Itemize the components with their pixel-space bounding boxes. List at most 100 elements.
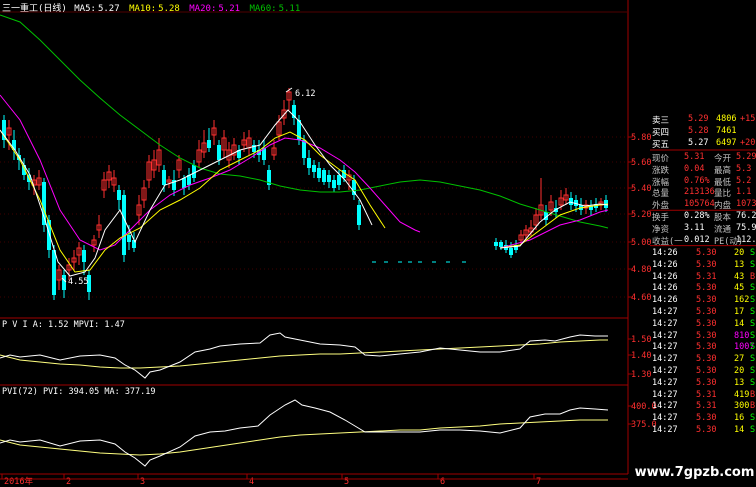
stat-label: 现价 <box>652 154 670 164</box>
tick-price: 5.30 <box>696 377 717 388</box>
tick-time: 14:26 <box>652 248 678 258</box>
pvia-axis-label: 1.50 <box>631 335 651 345</box>
tick-time: 14:26 <box>652 259 678 270</box>
candle-body <box>217 145 221 160</box>
ma60-label: MA60: <box>249 4 277 14</box>
tick-flag: B <box>750 389 756 400</box>
stat-value: 0.28% <box>684 211 710 221</box>
tick-price: 5.30 <box>696 259 717 270</box>
stat-value: 112.7 <box>736 234 756 245</box>
candle-body <box>192 165 196 178</box>
stat-value: 213136 <box>684 187 715 198</box>
candle-body <box>122 195 126 255</box>
chart-canvas[interactable]: 5.80 5.60 5.40 5.20 5.00 4.80 4.60 6.12 4.55 P V … <box>0 0 756 487</box>
tick-volume: 20 <box>734 366 745 376</box>
candle-body <box>357 205 361 225</box>
stat-label: 总量 <box>652 189 670 200</box>
tick-volume: 20 <box>734 248 745 258</box>
tick-flag: S <box>750 259 756 270</box>
stat-label: 换手 <box>652 213 670 223</box>
stat-label: 流通 <box>714 224 732 235</box>
tick-volume: 14 <box>734 425 745 435</box>
tick-flag: B <box>750 271 756 282</box>
stat-value: 5.31 <box>684 152 705 162</box>
tick-volume: 17 <box>734 307 745 317</box>
pvia-axis-label: 1.30 <box>631 370 651 380</box>
price-axis-label: 5.80 <box>631 133 651 143</box>
ma10-line <box>0 129 386 273</box>
tick-time: 14:27 <box>652 425 678 435</box>
candle-body <box>317 168 321 178</box>
ma10-label: MA10: <box>129 4 157 14</box>
candle-body <box>162 170 166 185</box>
candle-body <box>322 170 326 182</box>
tick-time: 14:27 <box>652 307 678 317</box>
stat-label: 最低 <box>714 177 732 188</box>
tick-price: 5.30 <box>696 295 717 306</box>
price-axis-label: 5.40 <box>631 184 651 194</box>
tick-volume: 27 <box>734 354 745 365</box>
pvi-line <box>0 399 609 467</box>
tick-flag: S <box>750 413 756 424</box>
stat-value: 75.9 <box>736 222 756 233</box>
candle-body <box>47 220 51 250</box>
tick-volume: 13 <box>734 259 745 270</box>
candle-body <box>312 165 316 172</box>
tick-volume: 16 <box>734 413 745 424</box>
tick-volume: 14 <box>734 318 745 329</box>
quote-volume: 7461 <box>716 126 737 136</box>
candle-body <box>307 158 311 168</box>
ma5-label: MA5: <box>74 4 96 14</box>
candle-body <box>327 175 331 182</box>
stock-title: 三一重工(日线) <box>2 4 67 14</box>
candle-body <box>569 198 573 205</box>
tick-time: 14:27 <box>652 354 678 365</box>
tick-price: 5.30 <box>696 342 717 353</box>
tick-flag: B <box>750 401 756 412</box>
candle-body <box>302 140 306 158</box>
candle-body <box>337 175 341 185</box>
tick-time: 14:27 <box>652 413 678 424</box>
tick-volume: 45 <box>734 283 745 294</box>
tick-price: 5.30 <box>696 283 717 294</box>
stat-value: 0.76% <box>684 175 710 186</box>
pvia-axis-label: 1.40 <box>631 351 651 361</box>
stat-label: 量比 <box>714 189 732 200</box>
watermark-logo: www.7gpzb.com <box>633 458 756 487</box>
quote-price: 5.28 <box>688 126 709 136</box>
ma10-value: 5.28 <box>158 4 180 14</box>
candle-body <box>52 250 56 295</box>
tick-time: 14:27 <box>652 318 678 329</box>
tick-volume: 162 <box>734 295 750 306</box>
quote-volume: 6497 <box>716 138 737 148</box>
stat-label: 涨幅 <box>652 177 670 188</box>
tick-flag: S <box>750 283 756 294</box>
tick-flag: S <box>750 330 756 341</box>
stat-value: 3.11 <box>684 222 705 233</box>
tick-time: 14:27 <box>652 342 678 353</box>
ma5-value: 5.27 <box>97 4 120 14</box>
tick-flag: S <box>750 248 756 258</box>
tick-price: 5.30 <box>696 318 717 329</box>
ma20-line <box>0 94 421 251</box>
tick-flag: S <box>750 354 756 365</box>
tick-time: 14:27 <box>652 366 678 376</box>
chart-header: 三一重工(日线) MA5: 5.27 MA10: 5.28 MA20: 5.21 MA… <box>2 1 300 14</box>
candle-body <box>117 190 121 200</box>
tick-flag: S <box>750 318 756 329</box>
pvia-indicator-label: P V I A: 1.52 MPVI: 1.47 <box>2 320 125 330</box>
tick-flag: S <box>750 377 756 388</box>
tick-flag: S <box>750 295 756 306</box>
price-axis-label: 4.60 <box>631 293 651 303</box>
price-axis-label: 5.60 <box>631 158 651 168</box>
tick-price: 5.30 <box>696 425 717 435</box>
tick-flag: S <box>750 366 756 376</box>
tick-time: 14:27 <box>652 377 678 388</box>
price-axis-label: 4.80 <box>631 265 651 275</box>
x-axis-label: 2016年 <box>4 476 33 487</box>
quote-change: +15 <box>740 114 756 124</box>
price-axis-label: 5.20 <box>631 210 651 220</box>
stat-value: 5.3 <box>736 163 752 174</box>
pvi-indicator-label: PVI(72) PVI: 394.05 MA: 377.19 <box>2 387 156 397</box>
tick-price: 5.30 <box>696 248 717 258</box>
